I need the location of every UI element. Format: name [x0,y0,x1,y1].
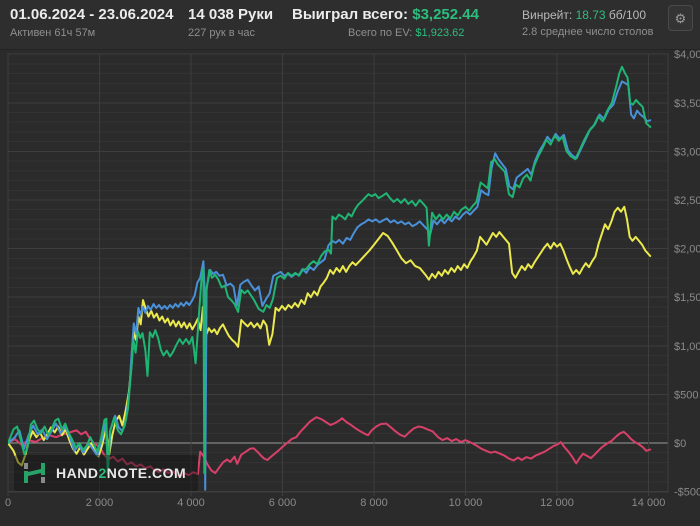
y-axis-label: $3,000 [674,146,700,158]
y-axis-label: $1,500 [674,292,700,304]
settings-button[interactable]: ⚙ [668,5,693,31]
x-axis-label: 12 000 [540,497,574,509]
x-axis-label: 14 000 [632,497,666,509]
active-time: Активен 61ч 57м [10,27,96,39]
hand2note-results-window: 01.06.2024 - 23.06.2024 Активен 61ч 57м … [0,0,700,526]
y-axis-label: $500 [674,389,698,401]
winrate-label: Винрейт: [522,8,576,22]
logo-part-2: 2 [98,465,107,481]
total-won-value: $3,252.44 [412,6,479,23]
hands-count: 14 038 Руки [188,6,274,23]
x-axis-label: 4 000 [177,497,205,509]
total-ev-value: $1,923.62 [415,27,465,39]
logo-part-note: NOTE.COM [106,465,187,481]
winrate-line: Винрейт: 18.73 бб/100 [522,8,646,22]
stats-header: 01.06.2024 - 23.06.2024 Активен 61ч 57м … [0,0,700,50]
x-axis-label: 10 000 [449,497,483,509]
winrate-value: 18.73 [575,8,606,22]
y-axis-label: -$500 [674,487,700,499]
total-won-label: Выиграл всего: [292,6,413,23]
total-ev-line: Всего по EV: $1,923.62 [348,27,464,39]
gear-icon: ⚙ [674,11,687,26]
total-won-line: Выиграл всего: $3,252.44 [292,6,479,23]
y-axis-label: $2,000 [674,244,700,256]
winrate-units: бб/100 [605,8,647,22]
hand2note-logo[interactable]: HAND2NOTE.COM [14,455,199,491]
series-blue_line [8,80,652,491]
x-axis-label: 8 000 [360,497,388,509]
period-title: 01.06.2024 - 23.06.2024 [10,6,174,23]
y-axis-label: $1,000 [674,341,700,353]
x-axis-label: 0 [5,497,11,509]
y-axis-label: $0 [674,438,686,450]
logo-part-hand: HAND [56,465,99,481]
hand2note-logo-icon [24,463,45,483]
avg-tables: 2.8 среднее число столов [522,26,654,38]
y-axis-label: $3,500 [674,98,700,110]
x-axis-label: 6 000 [269,497,297,509]
hand2note-logo-text: HAND2NOTE.COM [56,465,186,481]
y-axis-label: $2,500 [674,195,700,207]
hands-per-hour: 227 рук в час [188,27,256,39]
x-axis-label: 2 000 [86,497,114,509]
y-axis-label: $4,000 [674,50,700,61]
total-ev-label: Всего по EV: [348,27,416,39]
